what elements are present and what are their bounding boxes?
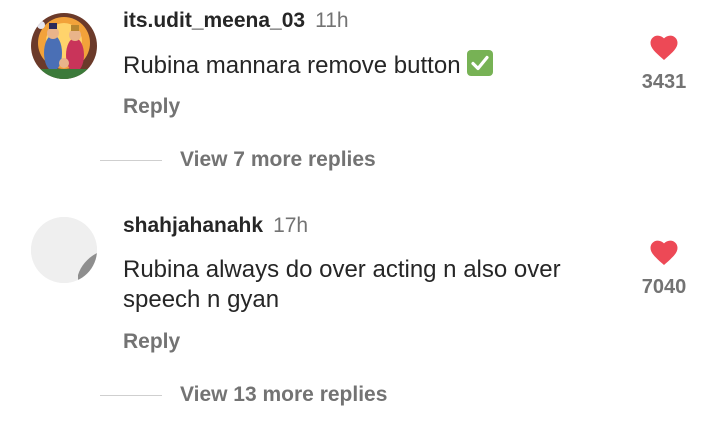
- like-count: 3431: [641, 71, 687, 93]
- check-mark-icon: [466, 50, 493, 76]
- comment-item: its.udit_meena_03 11h Rubina mannara remo…: [0, 0, 720, 200]
- username-text[interactable]: shahjahanahk: [123, 214, 263, 237]
- comment-timestamp: 11h: [315, 9, 349, 32]
- comment-timestamp: 17h: [273, 214, 309, 237]
- avatar[interactable]: [31, 217, 97, 283]
- like-button[interactable]: 3431: [634, 34, 694, 94]
- heart-icon[interactable]: [649, 34, 679, 61]
- replies-divider: [100, 159, 162, 161]
- view-more-replies-label[interactable]: View 13 more replies: [180, 383, 387, 407]
- comment-username[interactable]: its.udit_meena_03 11h: [123, 9, 349, 33]
- comment-text: Rubina mannara remove button: [123, 50, 613, 81]
- replies-divider: [100, 394, 162, 396]
- username-text[interactable]: its.udit_meena_03: [123, 9, 305, 32]
- heart-icon[interactable]: [649, 239, 679, 266]
- avatar-image: [31, 13, 97, 79]
- comment-text-content: Rubina always do over acting n also over…: [123, 256, 561, 313]
- comment-item: shahjahanahk 17h Rubina always do over ac…: [0, 205, 720, 423]
- comment-text: Rubina always do over acting n also over…: [123, 255, 613, 315]
- default-avatar-icon: [31, 217, 97, 283]
- reply-button[interactable]: Reply: [123, 95, 180, 119]
- comment-text-content: Rubina mannara remove button: [123, 52, 461, 79]
- comment-username[interactable]: shahjahanahk 17h: [123, 214, 308, 238]
- like-count: 7040: [641, 276, 687, 298]
- reply-button[interactable]: Reply: [123, 330, 180, 354]
- avatar[interactable]: [31, 13, 97, 79]
- view-more-replies[interactable]: View 13 more replies: [100, 383, 387, 407]
- view-more-replies-label[interactable]: View 7 more replies: [180, 148, 376, 172]
- like-button[interactable]: 7040: [634, 239, 694, 299]
- view-more-replies[interactable]: View 7 more replies: [100, 148, 376, 172]
